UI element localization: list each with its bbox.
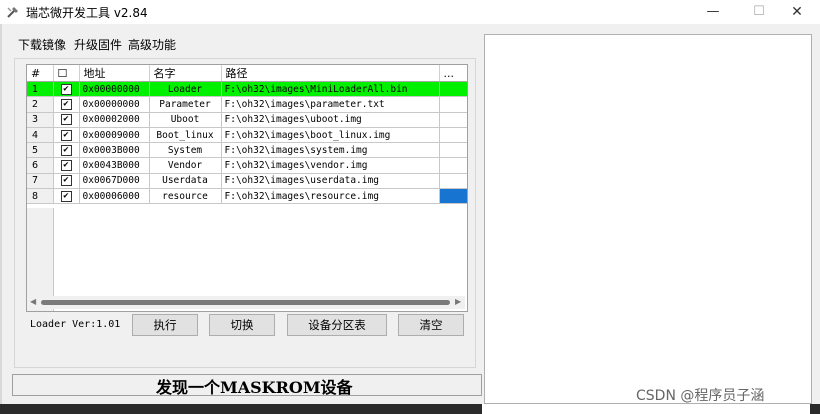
device-partition-table-button[interactable]: 设备分区表 (287, 314, 387, 336)
check-icon: ✔ (60, 98, 72, 110)
check-icon: ✔ (60, 83, 72, 95)
table-row[interactable]: 2 ✔ 0x00000000 Parameter F:\oh32\images\… (27, 96, 467, 113)
loader-version-label: Loader Ver:1.01 (30, 319, 121, 330)
table-row[interactable]: 3 ✔ 0x00002000 Uboot F:\oh32\images\uboo… (27, 112, 467, 128)
row-number: 1 (27, 81, 54, 98)
row-path[interactable]: F:\oh32\images\uboot.img (221, 112, 440, 128)
row-name[interactable]: System (149, 142, 222, 159)
clear-button[interactable]: 清空 (398, 314, 464, 336)
row-checkbox[interactable]: ✔ (53, 127, 80, 144)
row-browse-cell[interactable] (439, 142, 467, 159)
switch-button[interactable]: 切换 (209, 314, 275, 336)
column-header-path[interactable]: 路径 (221, 65, 440, 82)
row-address[interactable]: 0x00000000 (79, 81, 150, 98)
row-browse-cell[interactable] (439, 96, 467, 113)
row-checkbox[interactable]: ✔ (53, 173, 80, 190)
horizontal-scrollbar[interactable]: ◀ ▶ (27, 296, 465, 309)
row-number: 8 (27, 188, 54, 205)
image-list-grid: # ☐ 地址 名字 路径 ... 1 ✔ 0x00000000 Loader F… (26, 64, 468, 312)
row-checkbox[interactable]: ✔ (53, 188, 80, 205)
row-name[interactable]: resource (149, 188, 222, 205)
table-row[interactable]: 4 ✔ 0x00009000 Boot_linux F:\oh32\images… (27, 127, 467, 144)
execute-button[interactable]: 执行 (132, 314, 198, 336)
watermark-text: CSDN @程序员子涵 (636, 388, 765, 404)
minimize-button[interactable]: — (690, 0, 736, 24)
tab-download-image[interactable]: 下载镜像 (18, 36, 66, 53)
tab-upgrade-firmware[interactable]: 升级固件 (74, 36, 122, 53)
window-title: 瑞芯微开发工具 v2.84 (26, 6, 148, 20)
close-button[interactable]: ✕ (774, 0, 820, 24)
table-row[interactable]: 1 ✔ 0x00000000 Loader F:\oh32\images\Min… (27, 81, 467, 98)
column-header-browse[interactable]: ... (439, 65, 467, 82)
row-address[interactable]: 0x00000000 (79, 96, 150, 113)
table-row[interactable]: 8 ✔ 0x00006000 resource F:\oh32\images\r… (27, 188, 467, 205)
row-checkbox[interactable]: ✔ (53, 96, 80, 113)
row-name[interactable]: Vendor (149, 157, 222, 174)
row-browse-cell[interactable] (439, 157, 467, 174)
row-path[interactable]: F:\oh32\images\MiniLoaderAll.bin (221, 81, 440, 98)
scroll-left-icon[interactable]: ◀ (30, 297, 36, 306)
row-number: 4 (27, 127, 54, 144)
check-icon: ✔ (60, 129, 72, 141)
row-browse-cell[interactable] (439, 81, 467, 98)
table-row[interactable]: 7 ✔ 0x0067D000 Userdata F:\oh32\images\u… (27, 173, 467, 190)
row-browse-cell[interactable] (439, 173, 467, 190)
row-number: 2 (27, 96, 54, 113)
status-message: 发现一个MASKROM设备 (156, 378, 353, 397)
row-browse-cell[interactable] (439, 127, 467, 144)
row-checkbox[interactable]: ✔ (53, 157, 80, 174)
log-output-panel[interactable] (484, 34, 812, 404)
row-name[interactable]: Boot_linux (149, 127, 222, 144)
row-name[interactable]: Uboot (149, 112, 222, 128)
row-address[interactable]: 0x0067D000 (79, 173, 150, 190)
column-header-index: # (27, 65, 54, 82)
row-number: 6 (27, 157, 54, 174)
table-row[interactable]: 6 ✔ 0x0043B000 Vendor F:\oh32\images\ven… (27, 157, 467, 174)
scrollbar-thumb[interactable] (41, 300, 450, 305)
row-name[interactable]: Userdata (149, 173, 222, 190)
row-checkbox[interactable]: ✔ (53, 112, 80, 128)
window-edge (0, 24, 2, 414)
check-icon: ✔ (60, 175, 72, 187)
row-checkbox[interactable]: ✔ (53, 81, 80, 98)
table-row[interactable]: 5 ✔ 0x0003B000 System F:\oh32\images\sys… (27, 142, 467, 159)
row-name[interactable]: Parameter (149, 96, 222, 113)
row-number: 5 (27, 142, 54, 159)
rockchip-tool-icon (7, 7, 18, 18)
row-browse-cell-active[interactable] (439, 188, 467, 205)
check-icon: ✔ (60, 190, 72, 202)
column-header-address[interactable]: 地址 (79, 65, 150, 82)
row-path[interactable]: F:\oh32\images\boot_linux.img (221, 127, 440, 144)
title-bar: 瑞芯微开发工具 v2.84 — ☐ ✕ (0, 0, 820, 24)
row-path[interactable]: F:\oh32\images\parameter.txt (221, 96, 440, 113)
row-address[interactable]: 0x00002000 (79, 112, 150, 128)
row-address[interactable]: 0x0003B000 (79, 142, 150, 159)
check-icon: ✔ (60, 160, 72, 172)
row-browse-cell[interactable] (439, 112, 467, 128)
background-strip (0, 404, 820, 414)
column-header-select-all[interactable]: ☐ (53, 65, 80, 82)
row-name[interactable]: Loader (149, 81, 222, 98)
background-strip-light (482, 404, 810, 414)
row-path[interactable]: F:\oh32\images\resource.img (221, 188, 440, 205)
row-path[interactable]: F:\oh32\images\userdata.img (221, 173, 440, 190)
check-icon: ✔ (60, 144, 72, 156)
row-address[interactable]: 0x00009000 (79, 127, 150, 144)
row-number: 3 (27, 112, 54, 128)
column-header-name[interactable]: 名字 (149, 65, 222, 82)
row-address[interactable]: 0x00006000 (79, 188, 150, 205)
row-path[interactable]: F:\oh32\images\vendor.img (221, 157, 440, 174)
tab-advanced-functions[interactable]: 高级功能 (128, 36, 176, 53)
grid-header-row: # ☐ 地址 名字 路径 ... (27, 65, 467, 82)
row-address[interactable]: 0x0043B000 (79, 157, 150, 174)
row-checkbox[interactable]: ✔ (53, 142, 80, 159)
scroll-right-icon[interactable]: ▶ (455, 297, 461, 306)
row-path[interactable]: F:\oh32\images\system.img (221, 142, 440, 159)
check-icon: ✔ (60, 114, 72, 126)
row-number: 7 (27, 173, 54, 190)
